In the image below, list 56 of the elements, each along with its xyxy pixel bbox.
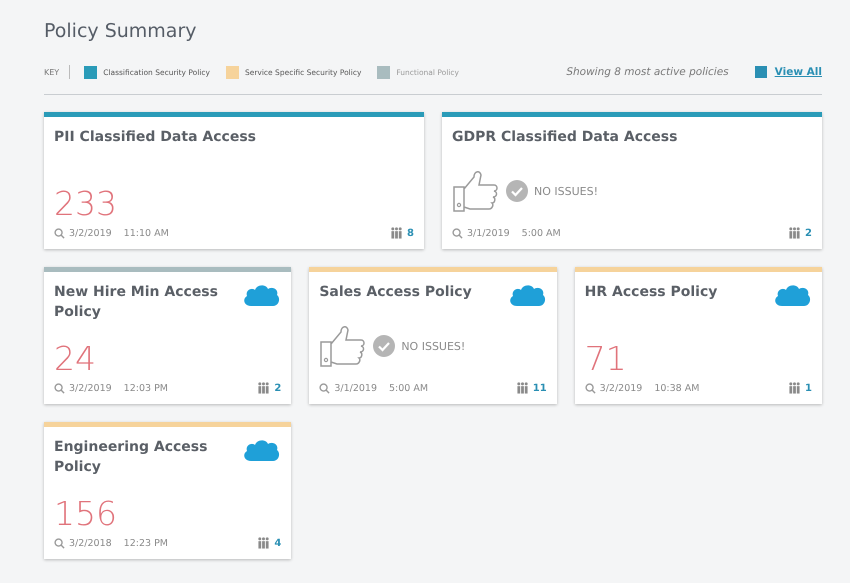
thumbs-up-icon xyxy=(452,169,500,213)
issue-count: 156 xyxy=(54,495,117,533)
policy-card[interactable]: HR Access Policy 71 3/2/2019 10:38 AM 1 xyxy=(574,267,822,404)
user-count: 11 xyxy=(532,382,547,394)
user-count: 2 xyxy=(274,382,282,394)
policy-card[interactable]: PII Classified Data Access 233 3/2/2019 11:10 AM 8 xyxy=(44,112,424,249)
card-title: New Hire Min Access Policy xyxy=(54,283,219,322)
card-title: Sales Access Policy xyxy=(319,283,472,302)
people-icon xyxy=(390,227,404,239)
key-label: KEY xyxy=(44,68,60,76)
date-text: 3/2/2019 xyxy=(600,382,642,394)
date-text: 3/2/2019 xyxy=(69,382,112,394)
policy-card[interactable]: GDPR Classified Data Access NO ISSUES! 3/1/2019 5:00 AM 2 xyxy=(442,112,822,249)
thumbs-up-icon xyxy=(319,324,368,368)
time-text: 5:00 AM xyxy=(389,382,428,394)
people-icon xyxy=(788,382,802,394)
search-icon xyxy=(584,382,596,394)
policy-card[interactable]: Engineering Access Policy 156 3/2/2018 12:23 PM 4 xyxy=(44,422,292,559)
search-icon xyxy=(452,228,463,238)
check-circle-icon xyxy=(373,335,396,357)
time-text: 5:00 AM xyxy=(522,228,561,238)
search-icon xyxy=(319,382,330,394)
card-title: PII Classified Data Access xyxy=(54,128,256,147)
date-text: 3/1/2019 xyxy=(467,228,510,238)
issue-count: 233 xyxy=(54,185,117,223)
people-icon xyxy=(516,382,529,394)
time-text: 10:38 AM xyxy=(654,382,700,394)
search-icon xyxy=(54,382,65,394)
user-count: 8 xyxy=(407,228,414,238)
policy-card[interactable]: Sales Access Policy NO ISSUES! 3/1/2019 5:00 AM 11 xyxy=(309,267,557,404)
date-text: 3/2/2018 xyxy=(69,538,112,548)
search-icon xyxy=(54,228,65,238)
card-title: Engineering Access Policy xyxy=(54,438,208,477)
date-text: 3/2/2019 xyxy=(69,228,112,238)
status-text: NO ISSUES! xyxy=(534,184,598,198)
user-count: 1 xyxy=(805,382,812,394)
showing-text: Showing 8 most active policies xyxy=(566,66,729,78)
time-text: 12:03 PM xyxy=(124,382,168,394)
people-icon xyxy=(257,537,270,549)
time-text: 11:10 AM xyxy=(124,228,169,238)
check-circle-icon xyxy=(506,180,528,202)
search-icon xyxy=(54,538,65,548)
page-title: Policy Summary xyxy=(44,20,198,44)
view-all-link[interactable]: View All xyxy=(774,66,822,78)
user-count: 4 xyxy=(274,538,282,548)
policy-card[interactable]: New Hire Min Access Policy 24 3/2/2019 12:03 PM 2 xyxy=(44,267,292,404)
user-count: 2 xyxy=(805,228,812,238)
people-icon xyxy=(788,227,802,239)
issue-count: 71 xyxy=(584,340,627,378)
issue-count: 24 xyxy=(54,340,96,378)
status-text: NO ISSUES! xyxy=(401,340,466,352)
date-text: 3/1/2019 xyxy=(334,382,377,394)
card-title: GDPR Classified Data Access xyxy=(452,128,678,147)
people-icon xyxy=(257,382,270,394)
card-title: HR Access Policy xyxy=(584,283,718,302)
time-text: 12:23 PM xyxy=(124,538,168,548)
